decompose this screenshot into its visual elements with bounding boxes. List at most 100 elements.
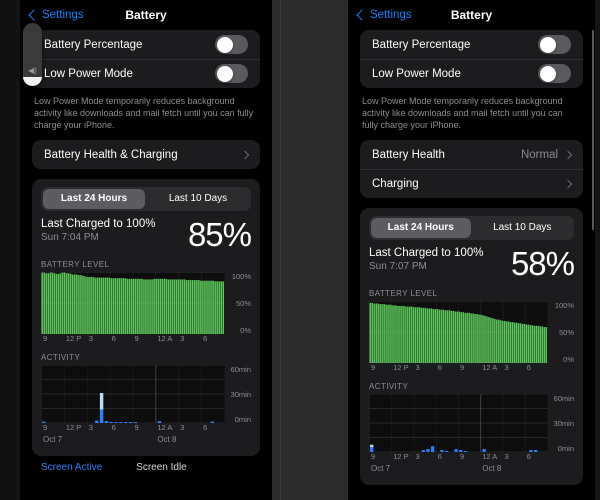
toggle-knob — [216, 65, 233, 82]
x-tick-label: 6 — [526, 452, 531, 461]
time-range-segmented-control[interactable]: Last 24 Hours Last 10 Days — [41, 187, 251, 211]
x-tick-label: 3 — [504, 363, 509, 372]
x-tick-label: 6 — [437, 452, 442, 461]
x-tick-label: 6 — [111, 423, 116, 432]
x-tick-label: 6 — [437, 363, 442, 372]
vertical-scrollbar[interactable] — [592, 30, 594, 230]
volume-hud[interactable]: ◀) — [23, 23, 42, 86]
y-tick-label: 0% — [563, 355, 574, 364]
activity-x-axis: 9 12 P 3 6 9 12 A 3 6 — [41, 423, 225, 434]
x-tick-label: 9 — [43, 334, 48, 343]
phone-panel-left: Settings Battery Battery Percentage Low … — [20, 0, 272, 500]
row-battery-health[interactable]: Battery Health Normal — [360, 140, 583, 169]
row-low-power-mode[interactable]: Low Power Mode — [32, 59, 260, 88]
battery-level-plot — [369, 301, 548, 363]
x-tick-label: 9 — [371, 363, 376, 372]
activity-legend: Screen Active Screen Idle — [20, 456, 272, 473]
back-button-settings[interactable]: Settings — [356, 9, 412, 21]
y-tick-label: 30min — [230, 390, 251, 399]
x-tick-label: 9 — [134, 334, 139, 343]
right-edge-strip — [595, 0, 600, 500]
segment-last-10-days[interactable]: Last 10 Days — [473, 218, 573, 238]
y-tick-label: 60min — [553, 394, 574, 403]
chevron-left-icon — [356, 9, 368, 21]
volume-level-fill — [23, 77, 42, 86]
x-tick-label: 12 P — [393, 452, 409, 461]
battery-level-x-axis: 9 12 P 3 6 9 12 A 3 6 — [369, 363, 548, 374]
x-tick-label: 9 — [43, 423, 48, 432]
x-tick-label: 3 — [504, 452, 509, 461]
low-power-mode-toggle[interactable] — [215, 64, 248, 83]
legend-screen-active: Screen Active — [41, 462, 103, 473]
settings-card: Battery Percentage Low Power Mode — [32, 30, 260, 88]
activity-section-label: ACTIVITY — [369, 382, 409, 391]
navigation-bar: Settings Battery — [348, 0, 595, 30]
links-card: Battery Health & Charging — [32, 140, 260, 169]
activity-date-axis: Oct 7 Oct 8 — [41, 434, 225, 446]
speaker-icon: ◀) — [28, 66, 37, 75]
x-tick-label: 3 — [415, 363, 420, 372]
row-battery-health-and-charging[interactable]: Battery Health & Charging — [32, 140, 260, 169]
left-edge-strip — [0, 0, 20, 500]
y-tick-label: 100% — [231, 272, 251, 281]
activity-date-axis: Oct 7 Oct 8 — [369, 463, 548, 475]
y-tick-label: 50% — [558, 328, 574, 337]
row-battery-percentage[interactable]: Battery Percentage — [32, 30, 260, 59]
row-battery-percentage[interactable]: Battery Percentage — [360, 30, 583, 59]
row-label: Low Power Mode — [44, 67, 133, 80]
y-tick-label: 0min — [234, 415, 251, 424]
battery-percentage-toggle[interactable] — [538, 35, 571, 54]
row-accessory: Normal — [520, 148, 573, 161]
y-tick-label: 50% — [235, 299, 251, 308]
activity-chart[interactable]: 60min 30min 0min — [41, 365, 251, 424]
low-power-mode-footnote: Low Power Mode temporarily reduces backg… — [34, 96, 254, 130]
date-label: Oct 7 — [371, 464, 391, 473]
legend-screen-idle: Screen Idle — [136, 462, 187, 473]
y-tick-label: 100% — [554, 301, 574, 310]
battery-usage-card: Last 24 Hours Last 10 Days Last Charged … — [360, 208, 583, 485]
current-battery-percentage: 58% — [510, 245, 575, 282]
battery-health-value: Normal — [520, 148, 558, 161]
x-tick-label: 12 A — [482, 452, 498, 461]
activity-plot — [369, 394, 548, 452]
segment-last-24-hours[interactable]: Last 24 Hours — [371, 218, 471, 238]
battery-level-x-axis: 9 12 P 3 6 9 12 A 3 6 — [41, 334, 225, 345]
x-tick-label: 3 — [415, 452, 420, 461]
activity-chart[interactable]: 60min 30min 0min — [369, 394, 574, 453]
back-button-settings[interactable]: Settings — [28, 9, 84, 21]
row-label: Battery Health & Charging — [44, 148, 178, 161]
row-label: Low Power Mode — [372, 67, 461, 80]
time-range-segmented-control[interactable]: Last 24 Hours Last 10 Days — [369, 216, 574, 240]
battery-percentage-toggle[interactable] — [215, 35, 248, 54]
battery-level-chart[interactable]: 100% 50% 0% — [369, 301, 574, 364]
date-label: Oct 8 — [157, 435, 177, 444]
low-power-mode-toggle[interactable] — [538, 64, 571, 83]
x-tick-label: 12 A — [157, 334, 173, 343]
segment-last-10-days[interactable]: Last 10 Days — [147, 189, 249, 209]
panel-gap — [272, 0, 348, 500]
battery-usage-card: Last 24 Hours Last 10 Days Last Charged … — [32, 179, 260, 456]
x-tick-label: 9 — [371, 452, 376, 461]
segment-last-24-hours[interactable]: Last 24 Hours — [43, 189, 145, 209]
row-low-power-mode[interactable]: Low Power Mode — [360, 59, 583, 88]
activity-y-axis: 60min 30min 0min — [548, 394, 574, 453]
y-tick-label: 0min — [557, 444, 574, 453]
row-label: Battery Health — [372, 148, 445, 161]
chevron-left-icon — [28, 9, 40, 21]
activity-plot — [41, 365, 225, 423]
x-tick-label: 6 — [203, 423, 208, 432]
row-label: Battery Percentage — [372, 38, 471, 51]
row-charging[interactable]: Charging — [360, 169, 583, 198]
last-charged-time: Sun 7:04 PM — [41, 232, 99, 243]
chevron-right-icon — [563, 150, 573, 159]
battery-level-chart[interactable]: 100% 50% 0% — [41, 272, 251, 335]
last-charged-title: Last Charged to 100% — [369, 247, 484, 259]
x-tick-label: 3 — [180, 423, 185, 432]
x-tick-label: 3 — [180, 334, 185, 343]
toggle-knob — [539, 65, 556, 82]
activity-section-label: ACTIVITY — [41, 353, 81, 362]
screenshot-root: Settings Battery Battery Percentage Low … — [0, 0, 600, 500]
x-tick-label: 12 P — [65, 423, 82, 432]
battery-level-section-label: BATTERY LEVEL — [41, 260, 110, 269]
x-tick-label: 3 — [88, 334, 93, 343]
